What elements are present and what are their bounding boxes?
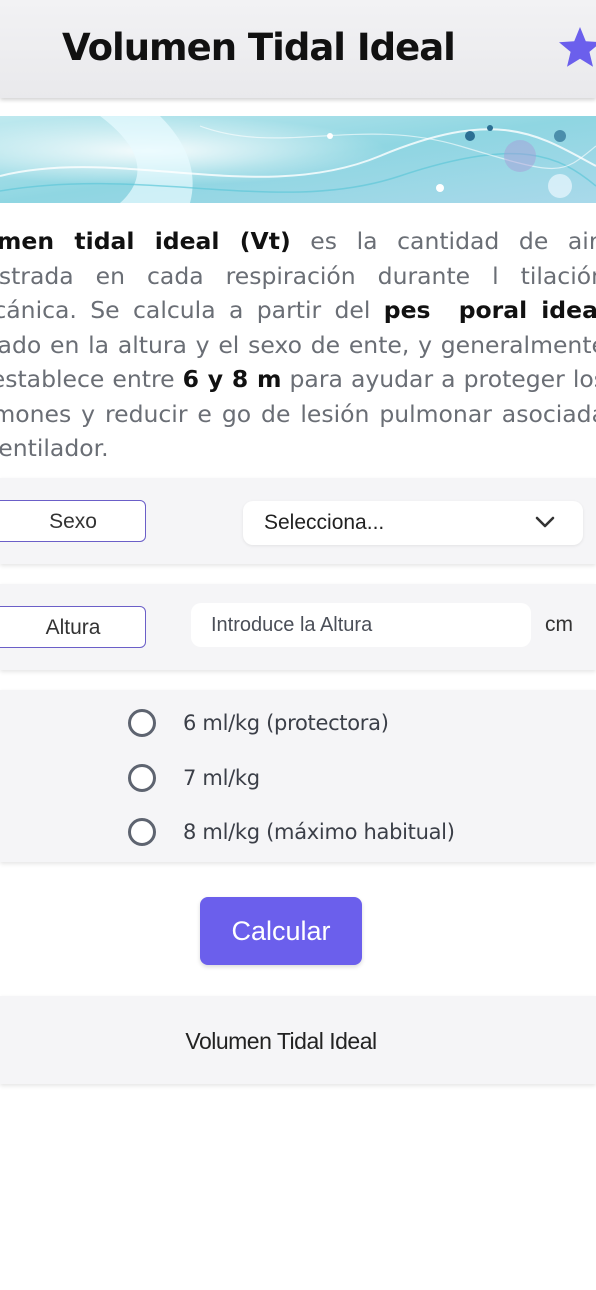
app-header: Volumen Tidal Ideal [0, 0, 596, 98]
ratio-option-label: 6 ml/kg (protectora) [183, 711, 389, 735]
description-bold-term: 6 y 8 m [182, 365, 282, 393]
calculate-button[interactable]: Calcular [200, 897, 362, 965]
chevron-down-icon [535, 516, 555, 528]
result-label: Volumen Tidal Ideal [185, 1028, 377, 1054]
description-text: olumen tidal ideal (Vt) es la cantidad d… [0, 224, 596, 466]
hero-banner [0, 116, 596, 203]
result-card: Volumen Tidal Ideal [0, 996, 596, 1084]
ratio-card: 6 ml/kg (protectora) 7 ml/kg 8 ml/kg (má… [0, 690, 596, 862]
ratio-option-label: 8 ml/kg (máximo habitual) [183, 820, 455, 844]
radio-button[interactable] [128, 764, 156, 792]
sex-card: Sexo Selecciona... [0, 478, 596, 564]
ratio-option-label: 7 ml/kg [183, 766, 260, 790]
sex-select[interactable]: Selecciona... [243, 501, 583, 545]
radio-button[interactable] [128, 709, 156, 737]
height-label: Altura [0, 606, 146, 648]
height-card: Altura cm [0, 584, 596, 670]
height-unit: cm [545, 613, 573, 636]
star-icon[interactable] [556, 24, 596, 72]
radio-button[interactable] [128, 818, 156, 846]
description-bold-term: olumen tidal ideal (Vt) [0, 227, 291, 255]
height-input[interactable] [191, 603, 531, 647]
sex-select-value: Selecciona... [264, 511, 385, 534]
page: Volumen Tidal Ideal men tidal ideal (Vt)… [0, 0, 596, 1290]
page-title: Volumen Tidal Ideal [62, 26, 456, 69]
description-bold-term: pes poral ideal [383, 296, 596, 324]
lungs-illustration [0, 116, 596, 203]
sex-label: Sexo [0, 500, 146, 542]
